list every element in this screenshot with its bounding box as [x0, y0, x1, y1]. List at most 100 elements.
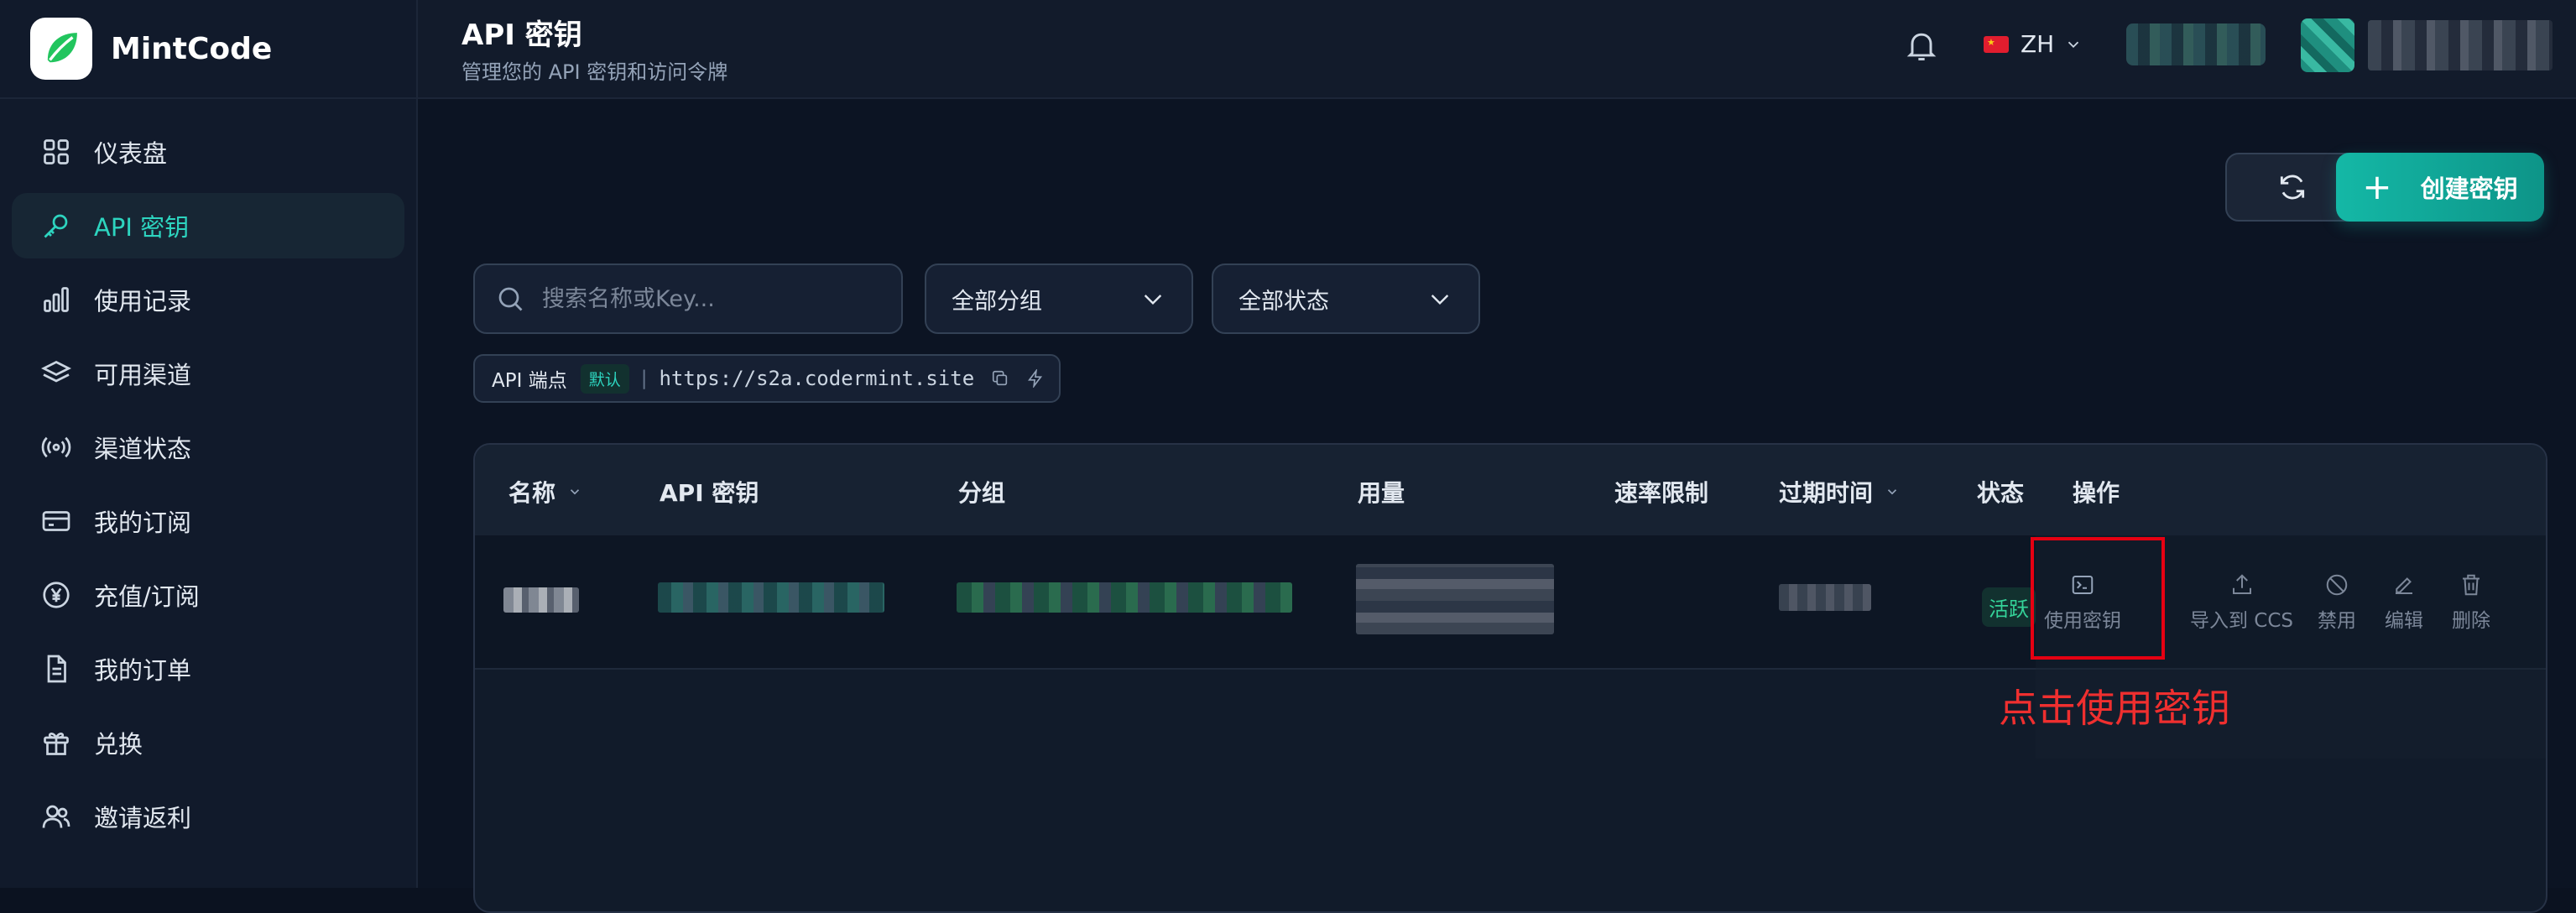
sidebar-item-label: 仪表盘	[94, 139, 168, 168]
expires-blurred	[1779, 584, 1871, 611]
delete-button[interactable]: 删除	[2452, 572, 2490, 633]
column-label: 速率限制	[1614, 479, 1709, 507]
group-filter-select[interactable]: 全部分组	[925, 263, 1193, 334]
divider: |	[640, 368, 648, 389]
column-label: 名称	[508, 479, 556, 507]
delete-label: 删除	[2452, 610, 2490, 632]
sidebar-item-label: 我的订阅	[94, 509, 192, 537]
brand-name: MintCode	[111, 31, 273, 66]
brand[interactable]: MintCode	[0, 0, 416, 99]
user-info-blurred[interactable]	[2368, 20, 2553, 70]
users-icon	[40, 801, 72, 832]
language-selector[interactable]: ZH	[1984, 30, 2083, 58]
sidebar-item-dashboard[interactable]: 仪表盘	[12, 119, 404, 185]
sidebar-item-referral[interactable]: 邀请返利	[12, 784, 404, 849]
lightning-icon[interactable]	[1026, 369, 1045, 388]
sidebar-item-label: 可用渠道	[94, 361, 192, 389]
column-status: 状态	[1977, 475, 2024, 509]
refresh-icon	[2280, 175, 2305, 200]
create-key-label: 创建密钥	[2420, 175, 2518, 203]
disable-button[interactable]: 禁用	[2318, 572, 2356, 633]
credit-card-icon	[40, 505, 72, 537]
column-label: 操作	[2073, 479, 2120, 507]
yen-coin-icon	[40, 579, 72, 611]
column-label: API 密钥	[660, 479, 759, 507]
sidebar-item-label: 兑换	[94, 730, 143, 759]
plus-icon: +	[2362, 166, 2392, 207]
chevron-down-icon	[1431, 295, 1449, 305]
balance-blurred	[2126, 23, 2266, 65]
table-row: 活跃 使用密钥 导入到 CCS 禁用 编辑 删除	[475, 535, 2546, 759]
search-box[interactable]	[473, 263, 903, 334]
chevron-down-icon	[1887, 489, 1897, 495]
chevron-down-icon	[570, 489, 580, 495]
ban-icon	[2326, 574, 2348, 596]
api-endpoint-bar: API 端点 默认 | https://s2a.codermint.site	[473, 354, 1061, 403]
api-keys-table: 名称 API 密钥 分组 用量 速率限制 过期时间 状态 操作 活跃 使用密钥 …	[473, 443, 2547, 913]
edit-label: 编辑	[2385, 610, 2423, 632]
trash-icon	[2463, 574, 2480, 596]
import-ccs-button[interactable]: 导入到 CCS	[2190, 572, 2293, 633]
sidebar-item-orders[interactable]: 我的订单	[12, 636, 404, 702]
group-filter-value: 全部分组	[952, 288, 1042, 315]
status-filter-select[interactable]: 全部状态	[1212, 263, 1480, 334]
chevron-down-icon	[1144, 295, 1162, 305]
dashboard-grid-icon	[40, 136, 72, 168]
leaf-logo-icon	[30, 18, 92, 80]
disable-label: 禁用	[2318, 610, 2356, 632]
column-label: 状态	[1977, 479, 2025, 507]
table-header: 名称 API 密钥 分组 用量 速率限制 过期时间 状态 操作	[475, 445, 2546, 537]
column-label: 过期时间	[1779, 479, 1874, 507]
sidebar-item-channel-status[interactable]: 渠道状态	[12, 415, 404, 480]
page-title: API 密钥	[461, 18, 582, 52]
copy-icon[interactable]	[991, 369, 1009, 388]
key-name-blurred	[503, 587, 579, 613]
column-expires[interactable]: 过期时间	[1779, 475, 1900, 509]
group-blurred	[957, 582, 1292, 613]
document-icon	[40, 653, 72, 685]
sidebar-item-label: 邀请返利	[94, 804, 192, 832]
upload-icon	[2232, 574, 2251, 594]
column-name[interactable]: 名称	[508, 475, 582, 509]
layers-icon	[40, 357, 72, 389]
sidebar-item-label: API 密钥	[94, 213, 190, 242]
endpoint-label: API 端点	[492, 370, 567, 392]
column-actions: 操作	[2073, 475, 2120, 509]
key-icon	[40, 210, 72, 242]
chevron-down-icon	[2068, 41, 2079, 48]
sidebar-item-recharge[interactable]: 充值/订阅	[12, 562, 404, 628]
sidebar-item-api-keys[interactable]: API 密钥	[12, 193, 404, 258]
bell-icon[interactable]	[1903, 27, 1940, 64]
usage-blurred	[1356, 564, 1554, 634]
sidebar: MintCode 仪表盘 API 密钥 使用记录 可用渠道 渠道状态 我的订阅 …	[0, 0, 418, 888]
sidebar-item-label: 渠道状态	[94, 435, 192, 463]
avatar[interactable]	[2301, 18, 2354, 72]
sidebar-item-usage[interactable]: 使用记录	[12, 267, 404, 332]
sidebar-item-subscriptions[interactable]: 我的订阅	[12, 488, 404, 554]
create-key-button[interactable]: + 创建密钥	[2336, 153, 2544, 222]
annotation-text: 点击使用密钥	[1999, 686, 2230, 731]
sidebar-item-redeem[interactable]: 兑换	[12, 710, 404, 775]
bar-chart-icon	[40, 284, 72, 316]
edit-button[interactable]: 编辑	[2385, 572, 2423, 633]
broadcast-icon	[40, 431, 72, 463]
edit-icon	[2396, 577, 2412, 594]
main-content: + 创建密钥 全部分组 全部状态 API 端点 默认 | https://s2a…	[418, 99, 2576, 913]
search-input[interactable]	[540, 284, 896, 313]
default-badge: 默认	[580, 363, 629, 394]
sidebar-nav: 仪表盘 API 密钥 使用记录 可用渠道 渠道状态 我的订阅 充值/订阅 我的订…	[0, 99, 416, 849]
endpoint-url: https://s2a.codermint.site	[659, 367, 975, 390]
api-key-blurred	[658, 582, 884, 613]
column-label: 用量	[1358, 479, 1405, 507]
sidebar-item-label: 我的订单	[94, 656, 192, 685]
page-subtitle: 管理您的 API 密钥和访问令牌	[461, 60, 728, 84]
annotation-highlight-box	[2031, 537, 2165, 660]
top-header: API 密钥 管理您的 API 密钥和访问令牌 ZH	[418, 0, 2576, 99]
status-filter-value: 全部状态	[1238, 288, 1329, 315]
gift-icon	[40, 727, 72, 759]
china-flag-icon	[1984, 35, 2009, 53]
language-code: ZH	[2021, 30, 2055, 58]
column-api-key: API 密钥	[660, 475, 759, 509]
sidebar-item-channels[interactable]: 可用渠道	[12, 341, 404, 406]
import-ccs-label: 导入到 CCS	[2190, 610, 2294, 632]
